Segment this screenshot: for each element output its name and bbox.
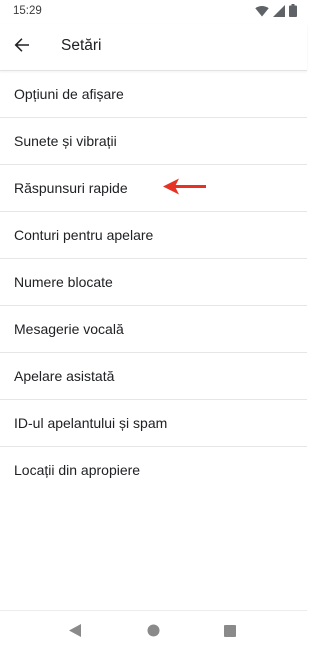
settings-item-display-options[interactable]: Opțiuni de afișare (0, 71, 307, 118)
annotation-arrow-icon (163, 177, 207, 202)
settings-item-assisted-dialing[interactable]: Apelare asistată (0, 353, 307, 400)
home-circle-icon[interactable] (147, 624, 160, 642)
page-title: Setări (61, 37, 102, 54)
app-bar: Setări (0, 24, 307, 71)
settings-item-label: Apelare asistată (14, 368, 115, 384)
back-button[interactable] (10, 35, 34, 59)
settings-item-label: ID-ul apelantului și spam (14, 415, 168, 431)
settings-item-label: Sunete și vibrații (14, 133, 117, 149)
settings-item-label: Numere blocate (14, 274, 113, 290)
signal-icon (273, 4, 285, 22)
settings-item-caller-id-spam[interactable]: ID-ul apelantului și spam (0, 400, 307, 447)
settings-item-nearby-places[interactable]: Locații din apropiere (0, 447, 307, 493)
status-bar: 15:29 (0, 0, 307, 24)
battery-icon (289, 4, 297, 22)
settings-item-calling-accounts[interactable]: Conturi pentru apelare (0, 212, 307, 259)
status-icons (255, 4, 297, 22)
wifi-icon (255, 4, 269, 22)
settings-item-sounds-vibrations[interactable]: Sunete și vibrații (0, 118, 307, 165)
status-time: 15:29 (13, 5, 42, 17)
settings-item-quick-responses[interactable]: Răspunsuri rapide (0, 165, 307, 212)
recents-square-icon[interactable] (224, 624, 236, 642)
settings-item-label: Locații din apropiere (14, 462, 141, 478)
arrow-left-icon (14, 37, 30, 58)
settings-list: Opțiuni de afișare Sunete și vibrații Ră… (0, 71, 307, 493)
settings-item-label: Răspunsuri rapide (14, 180, 128, 196)
settings-item-label: Mesagerie vocală (14, 321, 124, 337)
settings-item-blocked-numbers[interactable]: Numere blocate (0, 259, 307, 306)
settings-item-label: Conturi pentru apelare (14, 227, 154, 243)
settings-item-label: Opțiuni de afișare (14, 86, 124, 102)
settings-item-voicemail[interactable]: Mesagerie vocală (0, 306, 307, 353)
navigation-bar (0, 610, 307, 649)
back-triangle-icon[interactable] (69, 624, 81, 642)
